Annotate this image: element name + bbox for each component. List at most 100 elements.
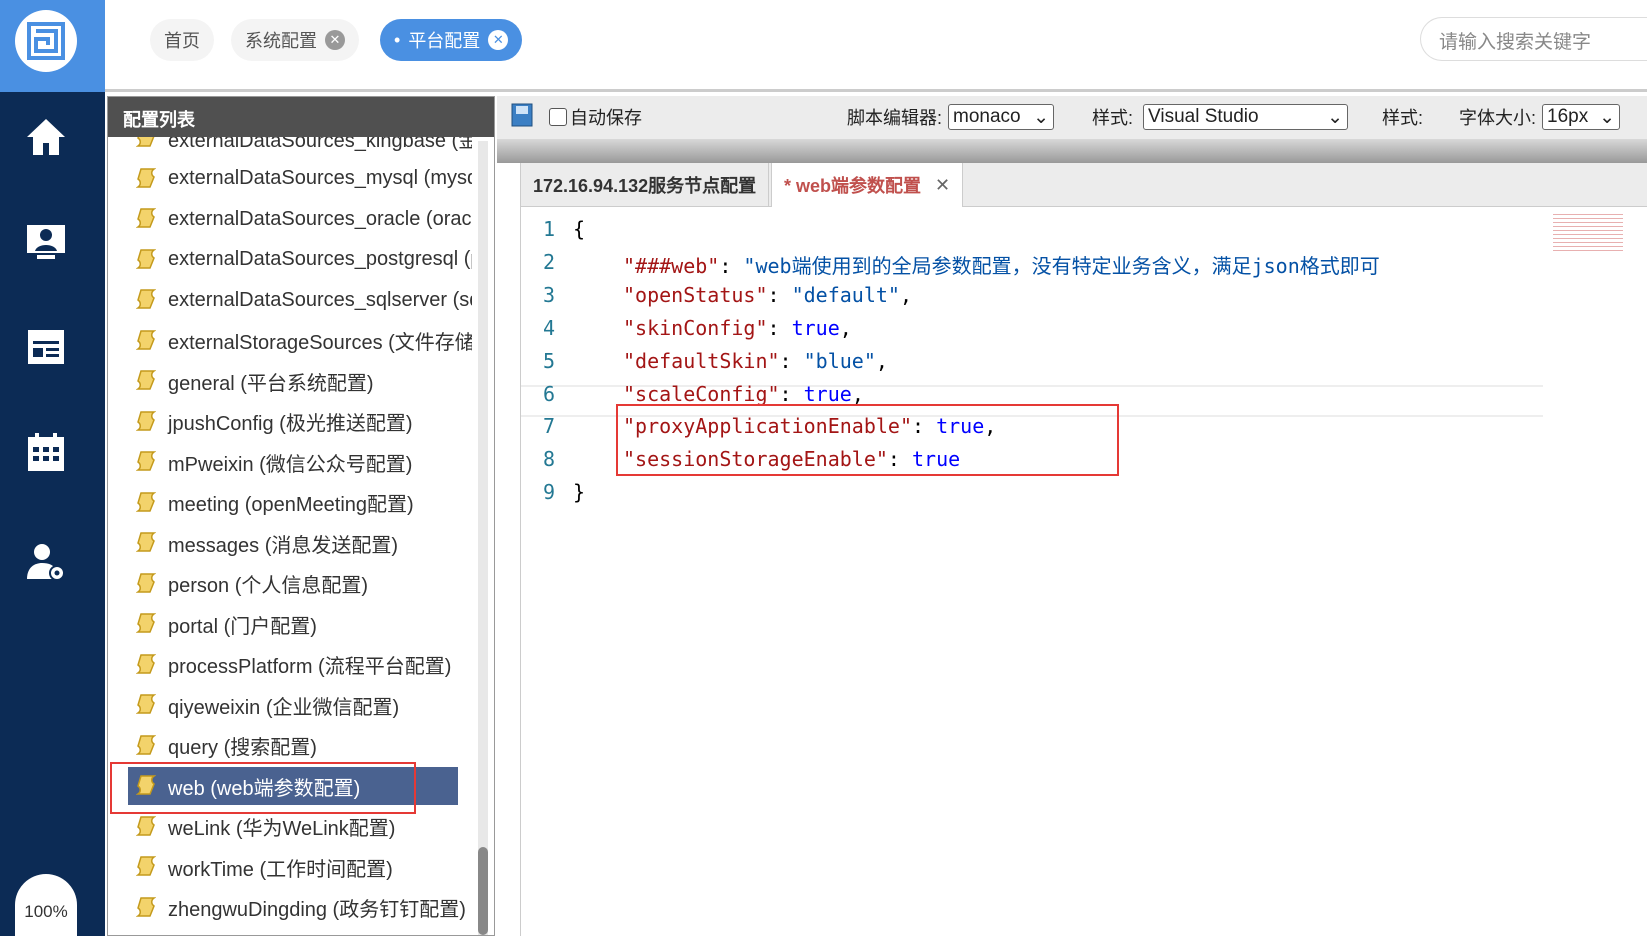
config-list-item[interactable]: zhengwuDingding (政务钉钉配置) [112,889,466,927]
home-icon[interactable] [22,113,70,161]
item-label: weLink (华为WeLink配置) [168,818,396,840]
tab-label: 172.16.94.132服务节点配置 [533,176,757,196]
item-label: processPlatform (流程平台配置) [168,656,452,678]
scroll-icon [136,856,156,876]
save-button[interactable] [511,103,533,127]
config-list: externalDataSources_kingbase (金 externalD… [112,137,472,935]
zoom-level[interactable]: 100% [15,874,77,936]
code-token: , [875,348,888,373]
config-list-item[interactable]: person (个人信息配置) [112,565,462,603]
config-list-item[interactable]: general (平台系统配置) [112,362,462,400]
font-size-select[interactable]: 16px ⌄ [1542,104,1621,130]
tab-home[interactable]: 首页 [150,19,214,61]
scroll-icon [136,896,156,917]
chevron-down-icon: ⌄ [1327,106,1344,128]
code-line: "openStatus": "default", [623,283,912,307]
logo-icon [15,10,77,72]
config-list-item[interactable]: externalDataSources_mysql (mysql [112,160,472,198]
code-editor[interactable]: 172.16.94.132服务节点配置 * web端参数配置 ✕ 1 {2 "###w… [520,163,1647,936]
code-token: : [779,381,804,406]
tab-label: 系统配置 [245,31,317,51]
config-list-item[interactable]: workTime (工作时间配置) [112,848,462,886]
scrollbar-thumb[interactable] [478,847,488,935]
left-nav: 100% [0,0,105,936]
config-list-item[interactable]: externalDataSources_oracle (oracle [112,200,472,238]
code-token: , [899,282,913,307]
monitor-user-icon[interactable] [22,218,70,266]
code-token: "blue" [803,348,876,373]
config-list-item[interactable]: query (搜索配置) [112,727,462,765]
logo[interactable] [0,0,105,92]
item-label: workTime (工作时间配置) [168,858,393,881]
editor-tab-web-config[interactable]: * web端参数配置 ✕ [771,163,964,207]
close-icon[interactable]: ✕ [488,30,509,50]
config-list-item[interactable]: externalDataSources_kingbase (金 [112,137,472,157]
config-list-item[interactable]: processPlatform (流程平台配置) [112,646,462,684]
calendar-icon[interactable] [22,428,70,476]
config-list-item[interactable]: qiyeweixin (企业微信配置) [112,686,462,724]
autosave-label: 自动保存 [570,108,642,128]
panel-title: 配置列表 [108,97,494,137]
tab-label: 首页 [164,31,200,51]
code-token: , [851,381,864,406]
config-list-item[interactable]: externalDataSources_postgresql (p [112,241,472,279]
report-icon[interactable] [22,323,70,371]
code-token: true [803,381,852,406]
editor-toolbar: 自动保存 脚本编辑器: monaco ⌄ 样式: Visual Studio ⌄ 样式:… [497,96,1647,139]
item-label: externalDataSources_kingbase (金 [168,137,472,152]
tab-system-config[interactable]: 系统配置 ✕ [231,19,359,61]
scroll-icon [136,329,156,350]
close-icon[interactable]: ✕ [325,30,345,50]
minimap[interactable] [1553,211,1623,251]
editor-select[interactable]: monaco ⌄ [948,104,1055,130]
scrollbar[interactable] [478,141,488,935]
scroll-icon [136,532,156,552]
scroll-icon [136,370,156,390]
code-area[interactable]: 1 {2 "###web": "web端使用到的全局参数配置，没有特定业务含义，满足… [521,207,1647,935]
item-label: general (平台系统配置) [168,372,374,395]
tab-label: 平台配置 [408,31,481,51]
item-label: externalStorageSources (文件存储 [168,332,472,354]
line-number: 5 [543,348,556,373]
tab-platform-config[interactable]: • 平台配置 ✕ [380,19,523,61]
scroll-icon [136,289,156,309]
line-number: 9 [543,480,556,505]
config-list-item[interactable]: externalDataSources_sqlserver (sq [112,281,472,319]
line-number: 2 [543,249,556,274]
editor-tab-node-config[interactable]: 172.16.94.132服务节点配置 [521,163,770,207]
scroll-icon [136,410,156,431]
scroll-icon [136,734,156,755]
code-token: } [573,480,586,505]
chevron-down-icon: ⌄ [1033,106,1050,128]
code-line: { [573,217,585,241]
config-list-item[interactable]: messages (消息发送配置) [112,524,462,562]
code-line: "defaultSkin": "blue", [623,349,888,373]
user-settings-icon[interactable] [22,538,70,586]
config-list-item[interactable]: mPweixin (微信公众号配置) [112,443,462,481]
style-label-2: 样式: [1382,108,1424,128]
checkbox-icon[interactable] [549,108,567,126]
config-list-item[interactable]: portal (门户配置) [112,605,462,643]
top-bar: 首页 系统配置 ✕ • 平台配置 ✕ 请输入搜索关键字 [105,0,1647,92]
code-token: : [767,282,792,307]
code-token: { [573,217,586,241]
tab-label: * web端参数配置 [784,176,922,196]
close-icon[interactable]: ✕ [935,175,950,196]
line-number: 6 [543,381,556,406]
config-list-item[interactable]: externalStorageSources (文件存储 [112,322,472,360]
line-number: 4 [543,315,556,340]
scroll-icon [136,815,156,836]
select-value: 16px [1547,106,1589,127]
autosave-checkbox[interactable]: 自动保存 [549,104,642,130]
style-select[interactable]: Visual Studio ⌄ [1143,104,1349,130]
config-list-item[interactable]: jpushConfig (极光推送配置) [112,403,462,441]
item-label: qiyeweixin (企业微信配置) [168,696,400,719]
config-list-item[interactable]: meeting (openMeeting配置) [112,484,462,522]
code-token: "skinConfig" [623,315,768,340]
search-input[interactable]: 请输入搜索关键字 [1420,17,1647,61]
font-size-label: 字体大小: [1459,108,1537,128]
line-number: 1 [543,217,556,241]
code-line: "scaleConfig": true, [623,382,864,406]
active-dot-icon: • [394,29,401,50]
code-line: "###web": "web端使用到的全局参数配置，没有特定业务含义，满足jso… [623,250,1380,279]
